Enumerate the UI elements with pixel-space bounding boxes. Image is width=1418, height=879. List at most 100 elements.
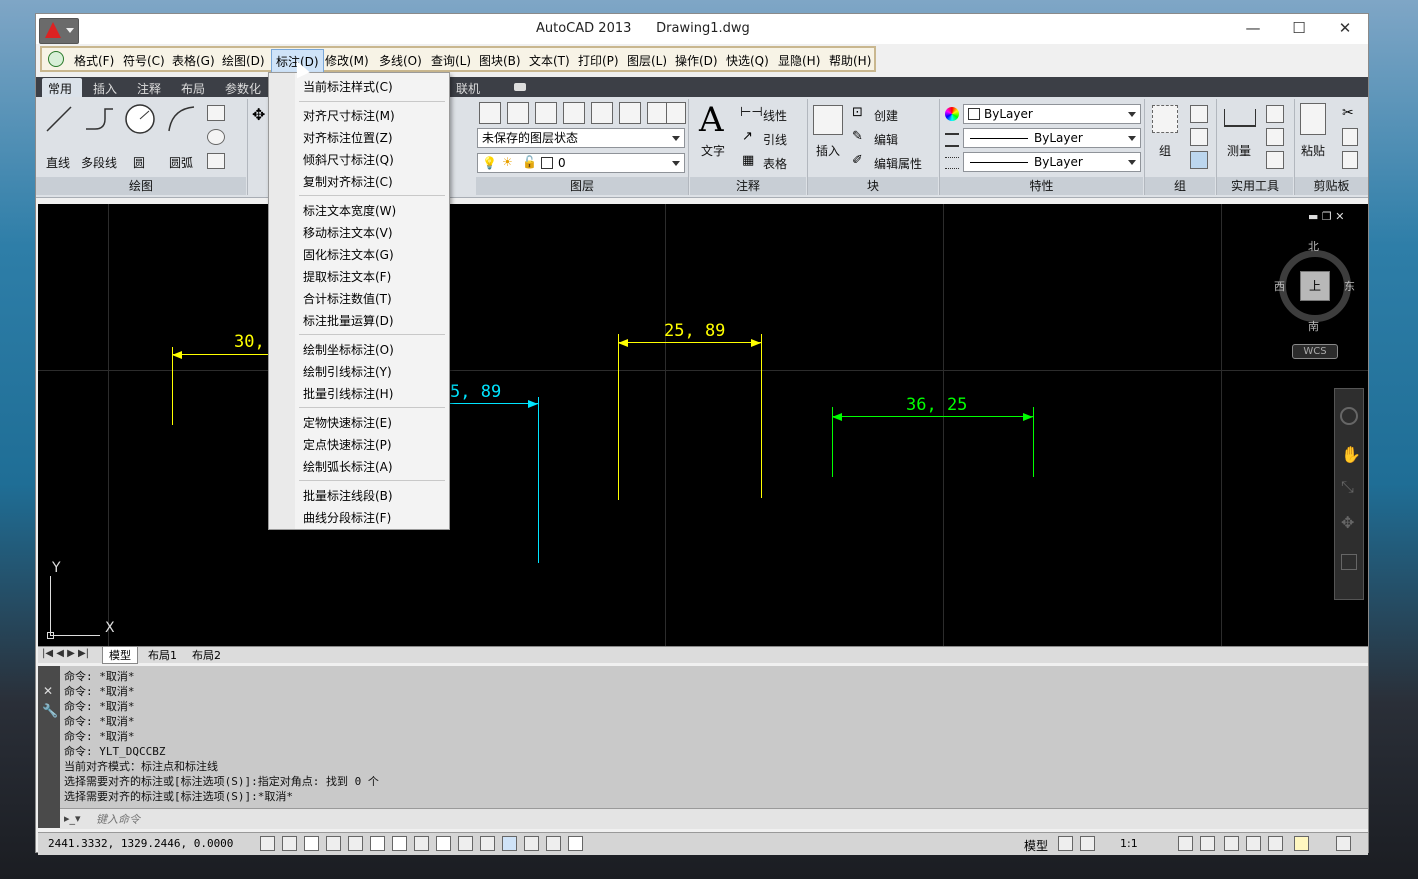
ungroup-icon[interactable] (1190, 105, 1208, 123)
isolate-objects-icon[interactable] (1294, 836, 1309, 851)
dimension-text[interactable]: 36, 25 (906, 395, 967, 415)
compass-north[interactable]: 北 (1308, 238, 1319, 254)
edit-attributes-label[interactable]: 编辑属性 (874, 155, 922, 172)
snap-mode-icon[interactable] (282, 836, 297, 851)
tab-layout2[interactable]: 布局2 (188, 647, 225, 663)
tab-layout[interactable]: 布局 (181, 80, 205, 97)
group-icon[interactable] (1152, 105, 1178, 133)
menu-symbol[interactable]: 符号(C) (123, 52, 165, 69)
edit-block-icon[interactable]: ✎ (852, 129, 863, 144)
quick-view-drawings-icon[interactable] (1080, 836, 1095, 851)
linear-dimension-label[interactable]: 线性 (763, 107, 787, 124)
menu-query[interactable]: 查询(L) (431, 52, 471, 69)
menu-print[interactable]: 打印(P) (578, 52, 619, 69)
object-snap-icon[interactable] (370, 836, 385, 851)
create-block-label[interactable]: 创建 (874, 107, 898, 124)
lock-icon[interactable] (1246, 836, 1261, 851)
menu-item-sum-dim-values[interactable]: 合计标注数值(T) (303, 290, 392, 307)
menu-item-oblique-dim[interactable]: 倾斜尺寸标注(Q) (303, 151, 394, 168)
menu-item-dim-text-width[interactable]: 标注文本宽度(W) (303, 202, 396, 219)
menu-item-point-quick-dim[interactable]: 定点快速标注(P) (303, 436, 392, 453)
point-style-icon[interactable] (1266, 128, 1284, 146)
menu-show-hide[interactable]: 显隐(H) (778, 52, 820, 69)
group-select-icon[interactable] (1190, 151, 1208, 169)
tab-home[interactable]: 常用 (48, 80, 72, 97)
color-wheel-icon[interactable] (945, 107, 959, 121)
steering-wheel-icon[interactable] (1340, 407, 1358, 425)
edit-attributes-icon[interactable]: ✐ (852, 153, 863, 168)
move-icon[interactable]: ✥ (252, 105, 265, 124)
maximize-button[interactable]: ☐ (1276, 14, 1322, 44)
arc-label[interactable]: 圆弧 (169, 154, 193, 171)
menu-item-object-quick-dim[interactable]: 定物快速标注(E) (303, 414, 392, 431)
copy-icon[interactable] (1342, 128, 1358, 146)
menu-modify[interactable]: 修改(M) (325, 52, 369, 69)
viewcube-top-face[interactable]: 上 (1300, 271, 1330, 301)
menu-quickselect[interactable]: 快选(Q) (726, 52, 769, 69)
layer-isolate-icon[interactable] (535, 102, 557, 124)
close-icon[interactable]: ✕ (43, 684, 53, 698)
menu-multiline[interactable]: 多线(O) (379, 52, 422, 69)
insert-label[interactable]: 插入 (816, 142, 840, 159)
layer-current-icon[interactable] (666, 102, 686, 124)
region-icon[interactable] (207, 153, 225, 169)
dynamic-ucs-icon[interactable] (436, 836, 451, 851)
sun-icon[interactable]: ☀ (502, 155, 513, 169)
clean-screen-icon[interactable] (1336, 836, 1351, 851)
menu-text[interactable]: 文本(T) (529, 52, 570, 69)
zoom-extents-icon[interactable]: ⤡ (1341, 477, 1354, 497)
layout-nav-arrows[interactable]: |◀ ◀ ▶ ▶| (42, 648, 89, 659)
menu-item-copy-align-dim[interactable]: 复制对齐标注(C) (303, 173, 393, 190)
command-input-bar[interactable]: ▸_▾ (60, 808, 1368, 829)
utilities-panel-title[interactable]: 实用工具 (1217, 177, 1293, 195)
insert-block-icon[interactable] (813, 105, 843, 135)
linear-dimension-icon[interactable]: ⊢⊣ (740, 105, 763, 120)
workspace-gear-icon[interactable] (1224, 836, 1239, 851)
quick-properties-icon[interactable] (524, 836, 539, 851)
dimension-text[interactable]: 5, 89 (450, 382, 501, 402)
dimension-line[interactable] (832, 413, 1033, 421)
arc-icon[interactable] (166, 103, 196, 135)
auto-scale-icon[interactable] (1200, 836, 1215, 851)
annotation-panel-title[interactable]: 注释 (690, 177, 806, 195)
object-snap-tracking-icon[interactable] (414, 836, 429, 851)
command-prompt-icon[interactable]: ▸_▾ (64, 812, 81, 825)
ortho-mode-icon[interactable] (326, 836, 341, 851)
menu-item-batch-leader-dim[interactable]: 批量引线标注(H) (303, 385, 393, 402)
menu-format[interactable]: 格式(F) (74, 52, 114, 69)
circle-label[interactable]: 圆 (133, 154, 145, 171)
dimension-line[interactable] (172, 351, 272, 359)
rectangle-icon[interactable] (207, 105, 225, 121)
close-button[interactable]: ✕ (1322, 14, 1368, 44)
menu-item-current-dim-style[interactable]: 当前标注样式(C) (303, 78, 393, 95)
menu-item-leader-dim[interactable]: 绘制引线标注(Y) (303, 363, 392, 380)
tab-layout1[interactable]: 布局1 (144, 647, 181, 663)
menu-draw[interactable]: 绘图(D) (222, 52, 265, 69)
menu-operation[interactable]: 操作(D) (675, 52, 718, 69)
tab-annotate[interactable]: 注释 (137, 80, 161, 97)
block-panel-title[interactable]: 块 (808, 177, 938, 195)
color-dropdown[interactable]: ByLayer (963, 104, 1141, 124)
layer-match-icon[interactable] (619, 102, 641, 124)
leader-label[interactable]: 引线 (763, 131, 787, 148)
polyline-label[interactable]: 多段线 (81, 154, 117, 171)
table-label[interactable]: 表格 (763, 155, 787, 172)
infer-constraints-icon[interactable] (260, 836, 275, 851)
menu-item-curve-segment-dim[interactable]: 曲线分段标注(F) (303, 509, 391, 526)
match-properties-icon[interactable] (1342, 151, 1358, 169)
menu-help[interactable]: 帮助(H) (829, 52, 871, 69)
cursor-coordinates[interactable]: 2441.3332, 1329.2446, 0.0000 (48, 837, 233, 850)
line-icon[interactable] (44, 103, 74, 135)
model-space-toggle[interactable]: 模型 (1024, 837, 1048, 854)
dynamic-input-icon[interactable] (458, 836, 473, 851)
linetype-dropdown[interactable]: ByLayer (963, 128, 1141, 148)
tab-model[interactable]: 模型 (102, 647, 138, 664)
menu-item-align-dim-position[interactable]: 对齐标注位置(Z) (303, 129, 393, 146)
polyline-icon[interactable] (83, 103, 115, 135)
measure-label[interactable]: 测量 (1227, 142, 1251, 159)
menu-item-arc-length-dim[interactable]: 绘制弧长标注(A) (303, 458, 393, 475)
menu-item-batch-segment-dim[interactable]: 批量标注线段(B) (303, 487, 393, 504)
tab-insert[interactable]: 插入 (93, 80, 117, 97)
group-panel-title[interactable]: 组 (1145, 177, 1215, 195)
quick-view-layouts-icon[interactable] (1058, 836, 1073, 851)
